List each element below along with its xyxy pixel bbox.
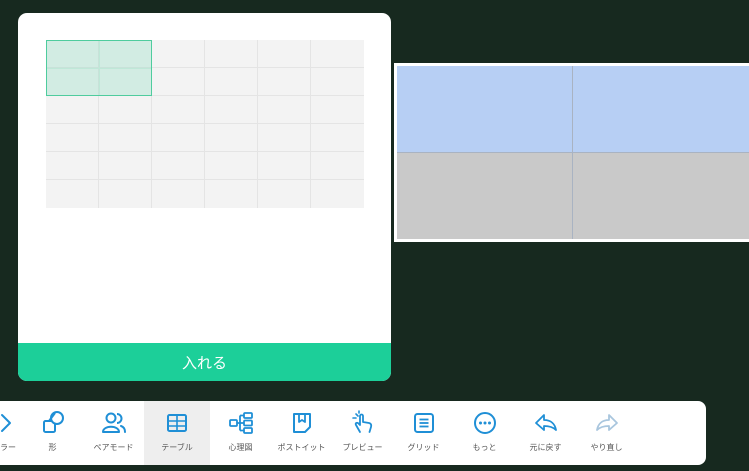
- toolbar-item-grid[interactable]: グリッド: [393, 401, 454, 465]
- toolbar-label: プレビュー: [342, 443, 383, 452]
- grid-cell[interactable]: [311, 180, 364, 208]
- toolbar-item-table[interactable]: テーブル: [144, 401, 210, 465]
- pair-users-icon: [101, 412, 126, 433]
- grid-cell[interactable]: [258, 152, 311, 180]
- toolbar-item-preview[interactable]: プレビュー: [332, 401, 393, 465]
- grid-cell[interactable]: [258, 96, 311, 124]
- undo-icon: [534, 414, 557, 431]
- grid-cell[interactable]: [258, 180, 311, 208]
- toolbar-item-redo[interactable]: やり直し: [576, 401, 637, 465]
- toolbar-item-post-it[interactable]: ポストイット: [271, 401, 332, 465]
- grid-cell[interactable]: [46, 124, 99, 152]
- hand-pointer-icon: [351, 410, 372, 433]
- sticky-note-icon: [292, 413, 311, 433]
- table-cell[interactable]: [573, 152, 749, 239]
- grid-cell[interactable]: [205, 152, 258, 180]
- toolbar-label: もっと: [472, 443, 497, 452]
- toolbar-label: やり直し: [590, 443, 623, 452]
- grid-cell[interactable]: [311, 152, 364, 180]
- grid-cell[interactable]: [311, 68, 364, 96]
- grid-cell[interactable]: [99, 124, 152, 152]
- more-dots-icon: [473, 412, 496, 434]
- grid-cell[interactable]: [152, 180, 205, 208]
- toolbar-item-partial[interactable]: ラー: [0, 401, 22, 465]
- table-picker-panel: 入れる: [18, 13, 391, 381]
- grid-cell[interactable]: [258, 40, 311, 68]
- toolbar-label: グリッド: [407, 443, 440, 452]
- table-cell[interactable]: [573, 66, 749, 153]
- grid-cell[interactable]: [205, 68, 258, 96]
- table-cell[interactable]: [397, 152, 573, 239]
- grid-cell[interactable]: [258, 68, 311, 96]
- grid-cell[interactable]: [152, 40, 205, 68]
- grid-cell[interactable]: [152, 124, 205, 152]
- grid-cell[interactable]: [311, 124, 364, 152]
- grid-cell[interactable]: [205, 180, 258, 208]
- grid-cell[interactable]: [99, 152, 152, 180]
- grid-cell[interactable]: [152, 152, 205, 180]
- grid-cell[interactable]: [46, 96, 99, 124]
- grid-cell[interactable]: [46, 152, 99, 180]
- grid-cell[interactable]: [152, 96, 205, 124]
- grid-cell[interactable]: [46, 180, 99, 208]
- canvas-table[interactable]: [394, 63, 749, 242]
- grid-selection-highlight: [46, 40, 152, 96]
- shape-icon: [42, 411, 64, 433]
- mindmap-icon: [228, 412, 253, 434]
- toolbar-item-more[interactable]: もっと: [454, 401, 515, 465]
- toolbar-item-mindmap[interactable]: 心理図: [210, 401, 271, 465]
- toolbar-label: ラー: [0, 443, 16, 452]
- table-icon: [167, 414, 187, 432]
- toolbar-label: 元に戻す: [529, 443, 562, 452]
- toolbar-label: ポストイット: [277, 443, 326, 452]
- toolbar-label: ペアモード: [93, 443, 134, 452]
- grid-cell[interactable]: [311, 40, 364, 68]
- grid-cell[interactable]: [205, 96, 258, 124]
- table-cell[interactable]: [397, 66, 573, 153]
- grid-cell[interactable]: [205, 40, 258, 68]
- toolbar-item-pair-mode[interactable]: ペアモード: [83, 401, 144, 465]
- toolbar-item-undo[interactable]: 元に戻す: [515, 401, 576, 465]
- grid-cell[interactable]: [99, 96, 152, 124]
- grid-cell[interactable]: [152, 68, 205, 96]
- grid-cell[interactable]: [311, 96, 364, 124]
- insert-button[interactable]: 入れる: [18, 343, 391, 381]
- redo-icon: [595, 414, 618, 431]
- toolbar-label: 心理図: [228, 443, 253, 452]
- toolbar-label: 形: [48, 443, 57, 452]
- grid-cell[interactable]: [99, 180, 152, 208]
- toolbar-item-shape[interactable]: 形: [22, 401, 83, 465]
- grid-cell[interactable]: [205, 124, 258, 152]
- toolbar-label: テーブル: [161, 443, 193, 452]
- bottom-toolbar: ラー 形 ペアモード テーブル 心理図 ポストイット プレビュー グリッド もっ…: [0, 401, 706, 465]
- grid-cell[interactable]: [258, 124, 311, 152]
- grid-list-icon: [413, 413, 434, 433]
